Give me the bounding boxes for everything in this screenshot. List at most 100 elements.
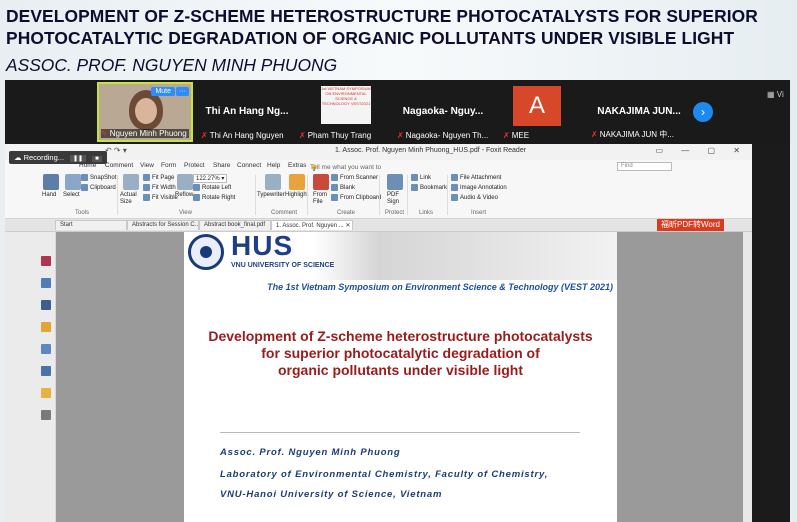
screen-share: Mute ··· ✎ Nguyen Minh Phuong Thi An Hang…: [5, 80, 790, 522]
stop-recording-button[interactable]: ■: [92, 156, 102, 162]
audio-video-button[interactable]: Audio & Video: [451, 194, 498, 201]
tools-panel-icon[interactable]: [41, 410, 51, 420]
pause-recording-button[interactable]: ❚❚: [70, 155, 87, 162]
participant-display-name: Nagaoka- Nguy...: [402, 106, 484, 117]
from-file-button[interactable]: From File: [313, 192, 327, 206]
zoom-select[interactable]: 122.27% ▾: [193, 174, 228, 183]
fit-page-button[interactable]: Fit Page: [143, 174, 174, 181]
participant-name: ✗ Nagaoka- Nguyen Th...: [397, 131, 489, 140]
window-controls[interactable]: ▭ — ▢ ✕: [656, 146, 749, 155]
participant-name: ✗ MEE: [503, 131, 579, 140]
select-tool-icon: [65, 174, 81, 190]
ribbon-separator: [447, 175, 448, 215]
audio-video-label: Audio & Video: [460, 195, 498, 202]
actual-size-button[interactable]: Actual Size: [120, 192, 142, 206]
bookmark-button[interactable]: Bookmark: [411, 184, 447, 191]
link-button[interactable]: Link: [411, 174, 431, 181]
menu-extras[interactable]: Extras: [288, 162, 306, 169]
reflow-button[interactable]: Reflow: [175, 192, 193, 198]
link-icon: [411, 174, 418, 181]
find-input[interactable]: Find: [617, 162, 672, 171]
snapshot-button[interactable]: SnapShot: [81, 174, 116, 181]
tab-abstract-book[interactable]: Abstract book_final.pdf: [199, 220, 271, 230]
participant-tile[interactable]: Nagaoka- Nguy... ✗ Nagaoka- Nguyen Th...: [395, 82, 491, 142]
bookmark-panel-icon[interactable]: [41, 256, 51, 266]
menu-form[interactable]: Form: [161, 162, 176, 169]
close-icon[interactable]: ✕: [344, 223, 350, 229]
pdf-title-line-3: organic pollutants under visible light: [277, 362, 524, 378]
participant-tile[interactable]: Thi An Hang Ng... ✗ Thi An Hang Nguyen: [199, 82, 295, 142]
university-seal-icon: [188, 234, 224, 270]
mic-muted-icon: ✗: [503, 131, 510, 140]
cloud-icon: ☁: [14, 153, 24, 162]
participant-name: ✗ NAKAJIMA JUN 中...: [591, 129, 687, 140]
pdf-sign-icon: [387, 174, 403, 190]
image-annotation-button[interactable]: Image Annotation: [451, 184, 507, 191]
zoom-value: 122.27%: [196, 176, 220, 182]
blank-label: Blank: [340, 185, 356, 192]
media-icon: [451, 194, 458, 201]
next-participants-button[interactable]: ›: [693, 102, 713, 122]
recording-label: Recording...: [23, 153, 65, 162]
ribbon-separator: [117, 175, 118, 215]
view-menu[interactable]: ▦ Vi: [767, 90, 784, 99]
ribbon-toolbar: Hand Select SnapShot Clipboard Tools Act…: [5, 171, 752, 219]
file-attachment-button[interactable]: File Attachment: [451, 174, 501, 181]
fit-visible-button[interactable]: Fit Visible: [143, 194, 178, 201]
tab-current-document[interactable]: 1. Assoc. Prof. Nguyen ... ✕: [271, 220, 353, 230]
paperclip-icon: [451, 174, 458, 181]
signatures-panel-icon[interactable]: [41, 366, 51, 376]
lock-icon[interactable]: [41, 388, 51, 398]
menu-help[interactable]: Help: [267, 162, 280, 169]
pdf-sign-button[interactable]: PDF Sign: [387, 192, 403, 206]
recording-indicator: ☁ Recording... ❚❚ ■: [9, 151, 107, 164]
participant-tile[interactable]: NAKAJIMA JUN... ✗ NAKAJIMA JUN 中...: [589, 82, 689, 142]
tab-start[interactable]: Start: [55, 220, 127, 230]
layers-panel-icon[interactable]: [41, 300, 51, 310]
participant-tile-video[interactable]: Mute ··· ✎ Nguyen Minh Phuong: [97, 82, 193, 142]
mic-muted-icon: ✗: [201, 131, 208, 140]
rotate-right-button[interactable]: Rotate Right: [193, 194, 235, 201]
mute-button[interactable]: Mute: [151, 87, 175, 96]
menu-view[interactable]: View: [140, 162, 154, 169]
menu-comment[interactable]: Comment: [105, 162, 133, 169]
rotate-left-button[interactable]: Rotate Left: [193, 184, 231, 191]
select-tool-button[interactable]: Select: [63, 192, 80, 198]
menu-share[interactable]: Share: [213, 162, 230, 169]
clipboard-button[interactable]: Clipboard: [81, 184, 116, 191]
quick-access-toolbar[interactable]: ↶ ↷ ▾: [105, 146, 127, 155]
pdf-page: HUS VNU UNIVERSITY OF SCIENCE The 1st Vi…: [184, 232, 617, 522]
hand-tool-button[interactable]: Hand: [42, 192, 56, 198]
pdf-affiliation-line-2: VNU-Hanoi University of Science, Vietnam: [220, 489, 443, 500]
from-clipboard-button[interactable]: From Clipboard: [331, 194, 381, 201]
convert-to-word-button[interactable]: 福昕PDF转Word: [657, 219, 724, 231]
university-name: VNU UNIVERSITY OF SCIENCE: [231, 262, 335, 269]
typewriter-button[interactable]: Typewriter: [257, 192, 285, 198]
ribbon-separator: [379, 175, 380, 215]
document-view[interactable]: HUS VNU UNIVERSITY OF SCIENCE The 1st Vi…: [56, 232, 752, 522]
ribbon-separator: [255, 175, 256, 215]
blank-button[interactable]: Blank: [331, 184, 355, 191]
group-label-create: Create: [337, 210, 356, 216]
menu-connect[interactable]: Connect: [237, 162, 261, 169]
attachments-panel-icon[interactable]: [41, 344, 51, 354]
group-label-tools: Tools: [75, 210, 90, 216]
from-scanner-button[interactable]: From Scanner: [331, 174, 378, 181]
menu-protect[interactable]: Protect: [184, 162, 205, 169]
more-button[interactable]: ···: [176, 87, 189, 96]
tab-abstracts-session[interactable]: Abstracts for Session C...: [127, 220, 199, 230]
shared-slide-thumbnail: 1st VIETNAM SYMPOSIUM ON ENVIRONMENTAL S…: [321, 86, 371, 124]
vertical-scrollbar[interactable]: [743, 232, 752, 522]
bookmark-icon: [411, 184, 418, 191]
hand-tool-icon: [43, 174, 59, 190]
pages-panel-icon[interactable]: [41, 278, 51, 288]
participant-tile[interactable]: A ✗ MEE: [501, 82, 581, 142]
highlight-icon: [289, 174, 305, 190]
participant-name-text: Pham Thuy Trang: [307, 131, 372, 140]
highlight-button[interactable]: Highlight: [285, 192, 308, 198]
chevron-right-icon: ›: [701, 105, 705, 119]
participant-tile-shared[interactable]: 1st VIETNAM SYMPOSIUM ON ENVIRONMENTAL S…: [297, 82, 393, 142]
fit-width-button[interactable]: Fit Width: [143, 184, 176, 191]
symposium-name: The 1st Vietnam Symposium on Environment…: [267, 282, 613, 292]
comments-panel-icon[interactable]: [41, 322, 51, 332]
